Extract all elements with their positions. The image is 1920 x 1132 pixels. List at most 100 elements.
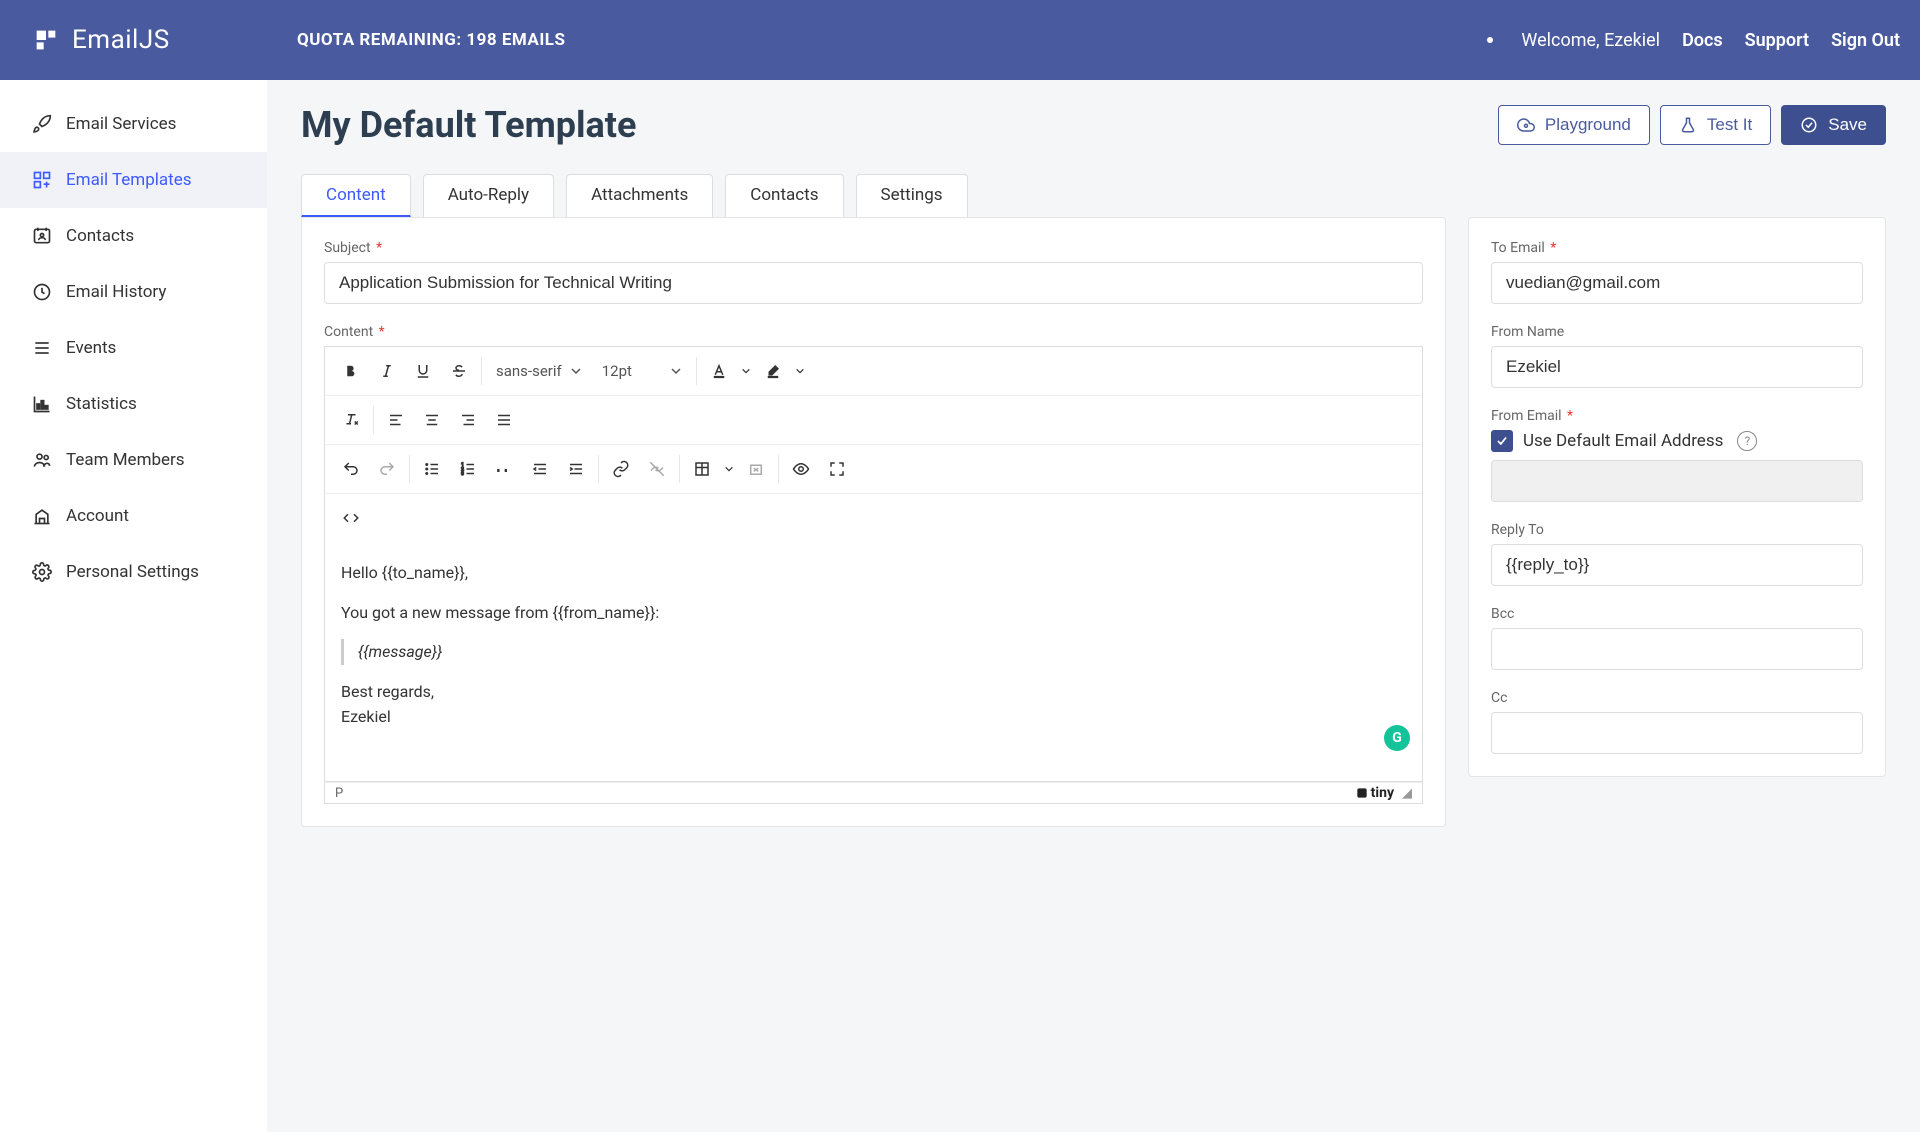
cc-input[interactable] [1491, 712, 1863, 754]
preview-button[interactable] [783, 451, 819, 487]
reply-to-label: Reply To [1491, 522, 1863, 538]
tiny-brand: tiny [1355, 785, 1394, 801]
sidebar-label: Statistics [66, 394, 137, 414]
tab-settings[interactable]: Settings [856, 174, 968, 217]
tiny-logo-icon [1355, 786, 1369, 800]
test-it-button[interactable]: Test It [1660, 105, 1771, 145]
outdent-button[interactable] [522, 451, 558, 487]
use-default-email-checkbox[interactable] [1491, 430, 1513, 452]
page-title: My Default Template [301, 104, 636, 146]
recipients-panel: To Email * From Name From Email * Use De… [1468, 217, 1886, 777]
insert-link-button[interactable] [603, 451, 639, 487]
highlight-color-button[interactable] [755, 353, 791, 389]
sidebar-item-email-history[interactable]: Email History [0, 264, 267, 320]
align-center-button[interactable] [414, 402, 450, 438]
from-name-input[interactable] [1491, 346, 1863, 388]
editor-body[interactable]: Hello {{to_name}}, You got a new message… [324, 542, 1423, 782]
remove-link-button[interactable] [639, 451, 675, 487]
blockquote-button[interactable] [486, 451, 522, 487]
table-dropdown[interactable] [720, 451, 738, 487]
sidebar-item-account[interactable]: Account [0, 488, 267, 544]
help-icon[interactable]: ? [1737, 431, 1757, 451]
sidebar-item-events[interactable]: Events [0, 320, 267, 376]
text-color-button[interactable] [701, 353, 737, 389]
redo-button[interactable] [369, 451, 405, 487]
main-content: My Default Template Playground Test It S… [267, 80, 1920, 1132]
sidebar-label: Contacts [66, 226, 134, 246]
bold-button[interactable] [333, 353, 369, 389]
sidebar-item-team-members[interactable]: Team Members [0, 432, 267, 488]
font-family-select[interactable]: sans-serif [486, 356, 592, 386]
support-link[interactable]: Support [1745, 30, 1809, 51]
rocket-icon [32, 114, 52, 134]
underline-button[interactable] [405, 353, 441, 389]
cc-label: Cc [1491, 690, 1863, 706]
check-icon [1495, 434, 1509, 448]
sidebar-item-contacts[interactable]: Contacts [0, 208, 267, 264]
bcc-input[interactable] [1491, 628, 1863, 670]
font-size-select[interactable]: 12pt [592, 356, 692, 386]
align-justify-button[interactable] [486, 402, 522, 438]
fullscreen-button[interactable] [819, 451, 855, 487]
app-header: EmailJS QUOTA REMAINING: 198 EMAILS Welc… [0, 0, 1920, 80]
to-email-input[interactable] [1491, 262, 1863, 304]
insert-table-button[interactable] [684, 451, 720, 487]
sidebar-label: Email Templates [66, 170, 192, 190]
editor-line: Best regards,Ezekiel [341, 679, 1406, 730]
sidebar-item-email-services[interactable]: Email Services [0, 96, 267, 152]
contacts-icon [32, 226, 52, 246]
highlight-color-dropdown[interactable] [791, 353, 809, 389]
sidebar-label: Personal Settings [66, 562, 199, 582]
indent-button[interactable] [558, 451, 594, 487]
save-button[interactable]: Save [1781, 105, 1886, 145]
clear-formatting-button[interactable] [333, 402, 369, 438]
tab-attachments[interactable]: Attachments [566, 174, 713, 217]
templates-icon [32, 170, 52, 190]
use-default-email-label: Use Default Email Address [1523, 431, 1723, 451]
flask-icon [1679, 116, 1697, 134]
element-path[interactable]: P [335, 786, 343, 801]
signout-link[interactable]: Sign Out [1831, 30, 1900, 51]
team-icon [32, 450, 52, 470]
sidebar-label: Email History [66, 282, 166, 302]
sidebar: Email Services Email Templates Contacts … [0, 80, 267, 1132]
undo-button[interactable] [333, 451, 369, 487]
editor-line: You got a new message from {{from_name}}… [341, 600, 1406, 626]
numbered-list-button[interactable]: 123 [450, 451, 486, 487]
tab-content[interactable]: Content [301, 174, 411, 217]
align-left-button[interactable] [378, 402, 414, 438]
quota-remaining: QUOTA REMAINING: 198 EMAILS [297, 30, 565, 50]
source-code-button[interactable] [333, 500, 369, 536]
grammarly-icon[interactable]: G [1384, 725, 1410, 751]
align-right-button[interactable] [450, 402, 486, 438]
content-panel: Subject * Content * sans-serif 12 [301, 217, 1446, 827]
docs-link[interactable]: Docs [1682, 30, 1723, 51]
sidebar-item-personal-settings[interactable]: Personal Settings [0, 544, 267, 600]
italic-button[interactable] [369, 353, 405, 389]
check-circle-icon [1800, 116, 1818, 134]
text-color-dropdown[interactable] [737, 353, 755, 389]
svg-text:3: 3 [461, 471, 464, 477]
account-icon [32, 506, 52, 526]
editor-footer: P tiny ◢ [324, 782, 1423, 804]
bullet-list-button[interactable] [414, 451, 450, 487]
chevron-down-icon [670, 365, 682, 377]
welcome-text: Welcome, Ezekiel [1521, 30, 1660, 51]
strikethrough-button[interactable] [441, 353, 477, 389]
from-email-label: From Email * [1491, 408, 1863, 424]
tab-contacts[interactable]: Contacts [725, 174, 843, 217]
reply-to-input[interactable] [1491, 544, 1863, 586]
tab-auto-reply[interactable]: Auto-Reply [423, 174, 554, 217]
sidebar-item-email-templates[interactable]: Email Templates [0, 152, 267, 208]
history-icon [32, 282, 52, 302]
sidebar-item-statistics[interactable]: Statistics [0, 376, 267, 432]
playground-button[interactable]: Playground [1498, 105, 1650, 145]
logo-icon [32, 26, 60, 54]
resize-handle-icon[interactable]: ◢ [1402, 786, 1412, 801]
sidebar-label: Email Services [66, 114, 176, 134]
subject-input[interactable] [324, 262, 1423, 304]
logo[interactable]: EmailJS [0, 25, 267, 55]
from-name-label: From Name [1491, 324, 1863, 340]
editor-line: Hello {{to_name}}, [341, 560, 1406, 586]
delete-button[interactable] [738, 451, 774, 487]
